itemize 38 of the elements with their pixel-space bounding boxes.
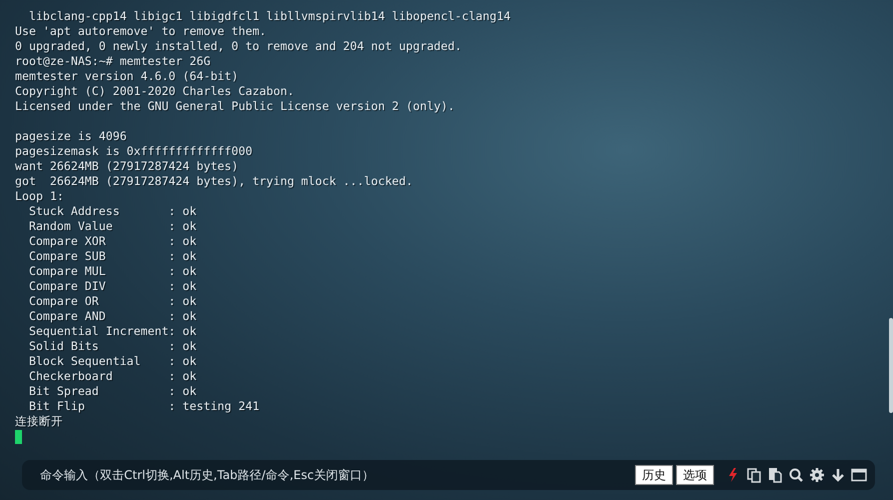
terminal-line: Loop 1: xyxy=(15,189,65,204)
terminal-line: Compare AND : ok xyxy=(28,309,198,324)
terminal-line: libclang-cpp14 libigc1 libigdfcl1 libllvmspirvlib14 libopencl-clang14 xyxy=(28,9,512,24)
search-icon[interactable] xyxy=(788,467,804,483)
terminal-line: 0 upgraded, 0 newly installed, 0 to remove and 204 not upgraded. xyxy=(15,39,463,54)
terminal-line: Stuck Address : ok xyxy=(28,204,198,219)
paste-icon[interactable] xyxy=(767,467,783,483)
window-icon[interactable] xyxy=(851,467,867,483)
down-arrow-icon[interactable] xyxy=(830,467,846,483)
terminal-line: Sequential Increment: ok xyxy=(28,324,198,339)
terminal-line: want 26624MB (27917287424 bytes) xyxy=(15,159,240,174)
terminal-line: Solid Bits : ok xyxy=(28,339,198,354)
command-input-bar[interactable]: 命令输入（双击Ctrl切换,Alt历史,Tab路径/命令,Esc关闭窗口） 历史 选项 xyxy=(22,460,875,490)
settings-icon[interactable] xyxy=(809,467,825,483)
terminal-line: Copyright (C) 2001-2020 Charles Cazabon. xyxy=(15,84,296,99)
terminal-line: Compare DIV : ok xyxy=(28,279,198,294)
terminal-line: Bit Spread : ok xyxy=(28,384,198,399)
toolbar-button[interactable]: 选项 xyxy=(676,465,714,485)
terminal-line: pagesizemask is 0xfffffffffffff000 xyxy=(15,144,254,159)
terminal-line: Compare OR : ok xyxy=(28,294,198,309)
terminal-line: Block Sequential : ok xyxy=(28,354,198,369)
terminal-line: Random Value : ok xyxy=(28,219,198,234)
terminal-line: root@ze-NAS:~# memtester 26G xyxy=(15,54,212,69)
terminal-line: Compare SUB : ok xyxy=(28,249,198,264)
terminal-line: Licensed under the GNU General Public License version 2 (only). xyxy=(15,99,456,114)
toolbar-button[interactable]: 历史 xyxy=(635,465,673,485)
terminal-line: pagesize is 4096 xyxy=(15,129,128,144)
terminal-line: Use 'apt autoremove' to remove them. xyxy=(15,24,268,39)
terminal-line: 连接断开 xyxy=(15,414,64,429)
terminal-line: Bit Flip : testing 241 xyxy=(28,399,260,414)
terminal-line: Checkerboard : ok xyxy=(28,369,198,384)
terminal-line: Compare MUL : ok xyxy=(28,264,198,279)
terminal-line: Compare XOR : ok xyxy=(28,234,198,249)
copy-icon[interactable] xyxy=(746,467,762,483)
text-cursor xyxy=(15,430,22,444)
terminal-line: memtester version 4.6.0 (64-bit) xyxy=(15,69,240,84)
scrollbar[interactable] xyxy=(889,318,893,413)
terminal-line: got 26624MB (27917287424 bytes), trying mlock ...locked. xyxy=(15,174,414,189)
